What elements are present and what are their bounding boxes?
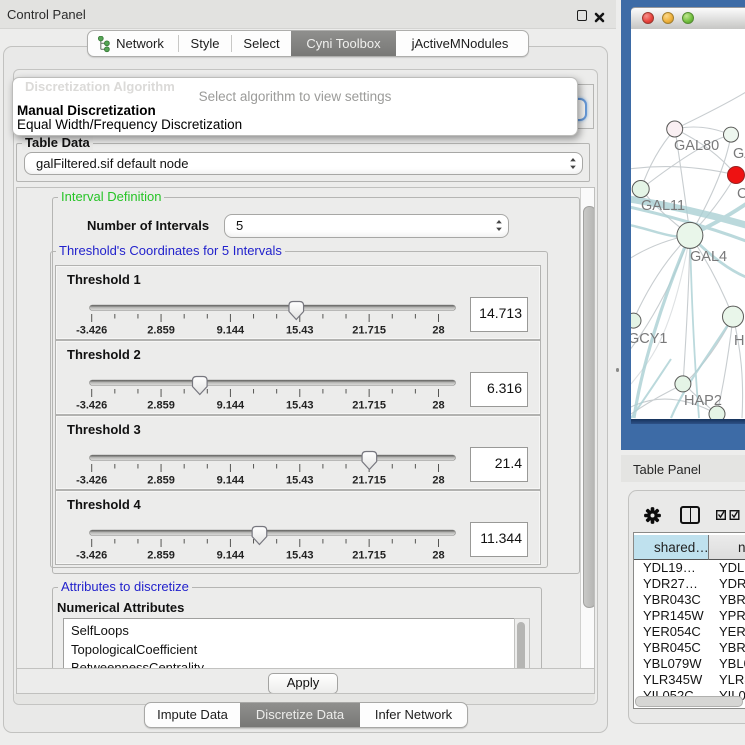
svg-text:28: 28 [432, 325, 444, 337]
svg-text:GAL11: GAL11 [641, 198, 685, 214]
svg-text:9.144: 9.144 [217, 550, 245, 562]
svg-text:28: 28 [432, 550, 444, 562]
svg-text:C: C [737, 186, 745, 202]
svg-text:GAL4: GAL4 [690, 249, 727, 265]
svg-text:2.859: 2.859 [147, 475, 175, 487]
svg-text:2.859: 2.859 [147, 550, 175, 562]
svg-text:15.43: 15.43 [286, 475, 314, 487]
svg-text:2.859: 2.859 [147, 400, 175, 412]
svg-text:15.43: 15.43 [286, 550, 314, 562]
svg-text:H: H [734, 333, 744, 349]
svg-text:9.144: 9.144 [217, 400, 245, 412]
svg-text:2.859: 2.859 [147, 325, 175, 337]
svg-text:-3.426: -3.426 [76, 475, 107, 487]
svg-text:15.43: 15.43 [286, 325, 314, 337]
svg-text:9.144: 9.144 [217, 475, 245, 487]
svg-text:28: 28 [432, 400, 444, 412]
svg-text:21.715: 21.715 [352, 325, 386, 337]
svg-text:GCY1: GCY1 [631, 331, 668, 347]
svg-text:28: 28 [432, 475, 444, 487]
svg-text:21.715: 21.715 [352, 475, 386, 487]
svg-text:15.43: 15.43 [286, 400, 314, 412]
svg-text:HAP2: HAP2 [684, 393, 722, 409]
svg-text:GA: GA [733, 146, 745, 162]
svg-text:-3.426: -3.426 [76, 550, 107, 562]
svg-text:21.715: 21.715 [352, 550, 386, 562]
svg-text:-3.426: -3.426 [76, 400, 107, 412]
svg-text:GAL80: GAL80 [674, 138, 719, 154]
svg-text:-3.426: -3.426 [76, 325, 107, 337]
svg-text:9.144: 9.144 [217, 325, 245, 337]
svg-text:21.715: 21.715 [352, 400, 386, 412]
